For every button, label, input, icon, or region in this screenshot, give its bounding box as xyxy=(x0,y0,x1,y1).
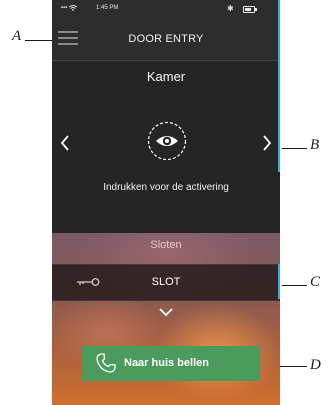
battery-icon xyxy=(243,6,257,13)
callout-b: B xyxy=(310,137,320,153)
chevron-down-icon[interactable] xyxy=(158,306,174,318)
bluetooth-icon: ✱ xyxy=(227,4,234,13)
callout-b-line xyxy=(282,148,307,149)
phone-screen: ••• 1:45 PM ✱ DOOR ENTRY Kamer Indrukken… xyxy=(52,0,280,405)
page-title: DOOR ENTRY xyxy=(128,33,204,45)
locks-scroll-indicator xyxy=(278,264,280,299)
chevron-right-icon[interactable] xyxy=(260,133,274,153)
callout-d: D xyxy=(310,357,321,373)
locks-area: Sloten SLOT Naar huis bellen xyxy=(52,233,280,405)
lock-item-label: SLOT xyxy=(151,276,181,288)
callout-c-line xyxy=(282,285,307,286)
callout-a: A xyxy=(12,28,22,44)
camera-panel: Kamer Indrukken voor de activering xyxy=(52,61,280,233)
status-time: 1:45 PM xyxy=(96,5,119,11)
locks-section-title: Sloten xyxy=(150,239,182,251)
eye-icon[interactable] xyxy=(147,121,187,161)
camera-scroll-indicator xyxy=(278,0,280,172)
activate-hint: Indrukken voor de activering xyxy=(103,182,229,193)
call-button-label: Naar huis bellen xyxy=(124,357,209,369)
call-home-button[interactable]: Naar huis bellen xyxy=(82,346,260,381)
lock-item[interactable]: SLOT xyxy=(52,264,280,301)
chevron-left-icon[interactable] xyxy=(58,133,72,153)
phone-icon xyxy=(96,353,116,373)
signal-indicator: ••• xyxy=(61,5,78,12)
battery-fill xyxy=(245,8,251,11)
signal-dots: ••• xyxy=(61,5,69,12)
wifi-icon xyxy=(68,5,78,11)
callout-c: C xyxy=(310,274,321,290)
status-bar: ••• 1:45 PM ✱ xyxy=(52,0,280,18)
app-header: DOOR ENTRY xyxy=(52,18,280,61)
camera-title: Kamer xyxy=(146,69,186,84)
